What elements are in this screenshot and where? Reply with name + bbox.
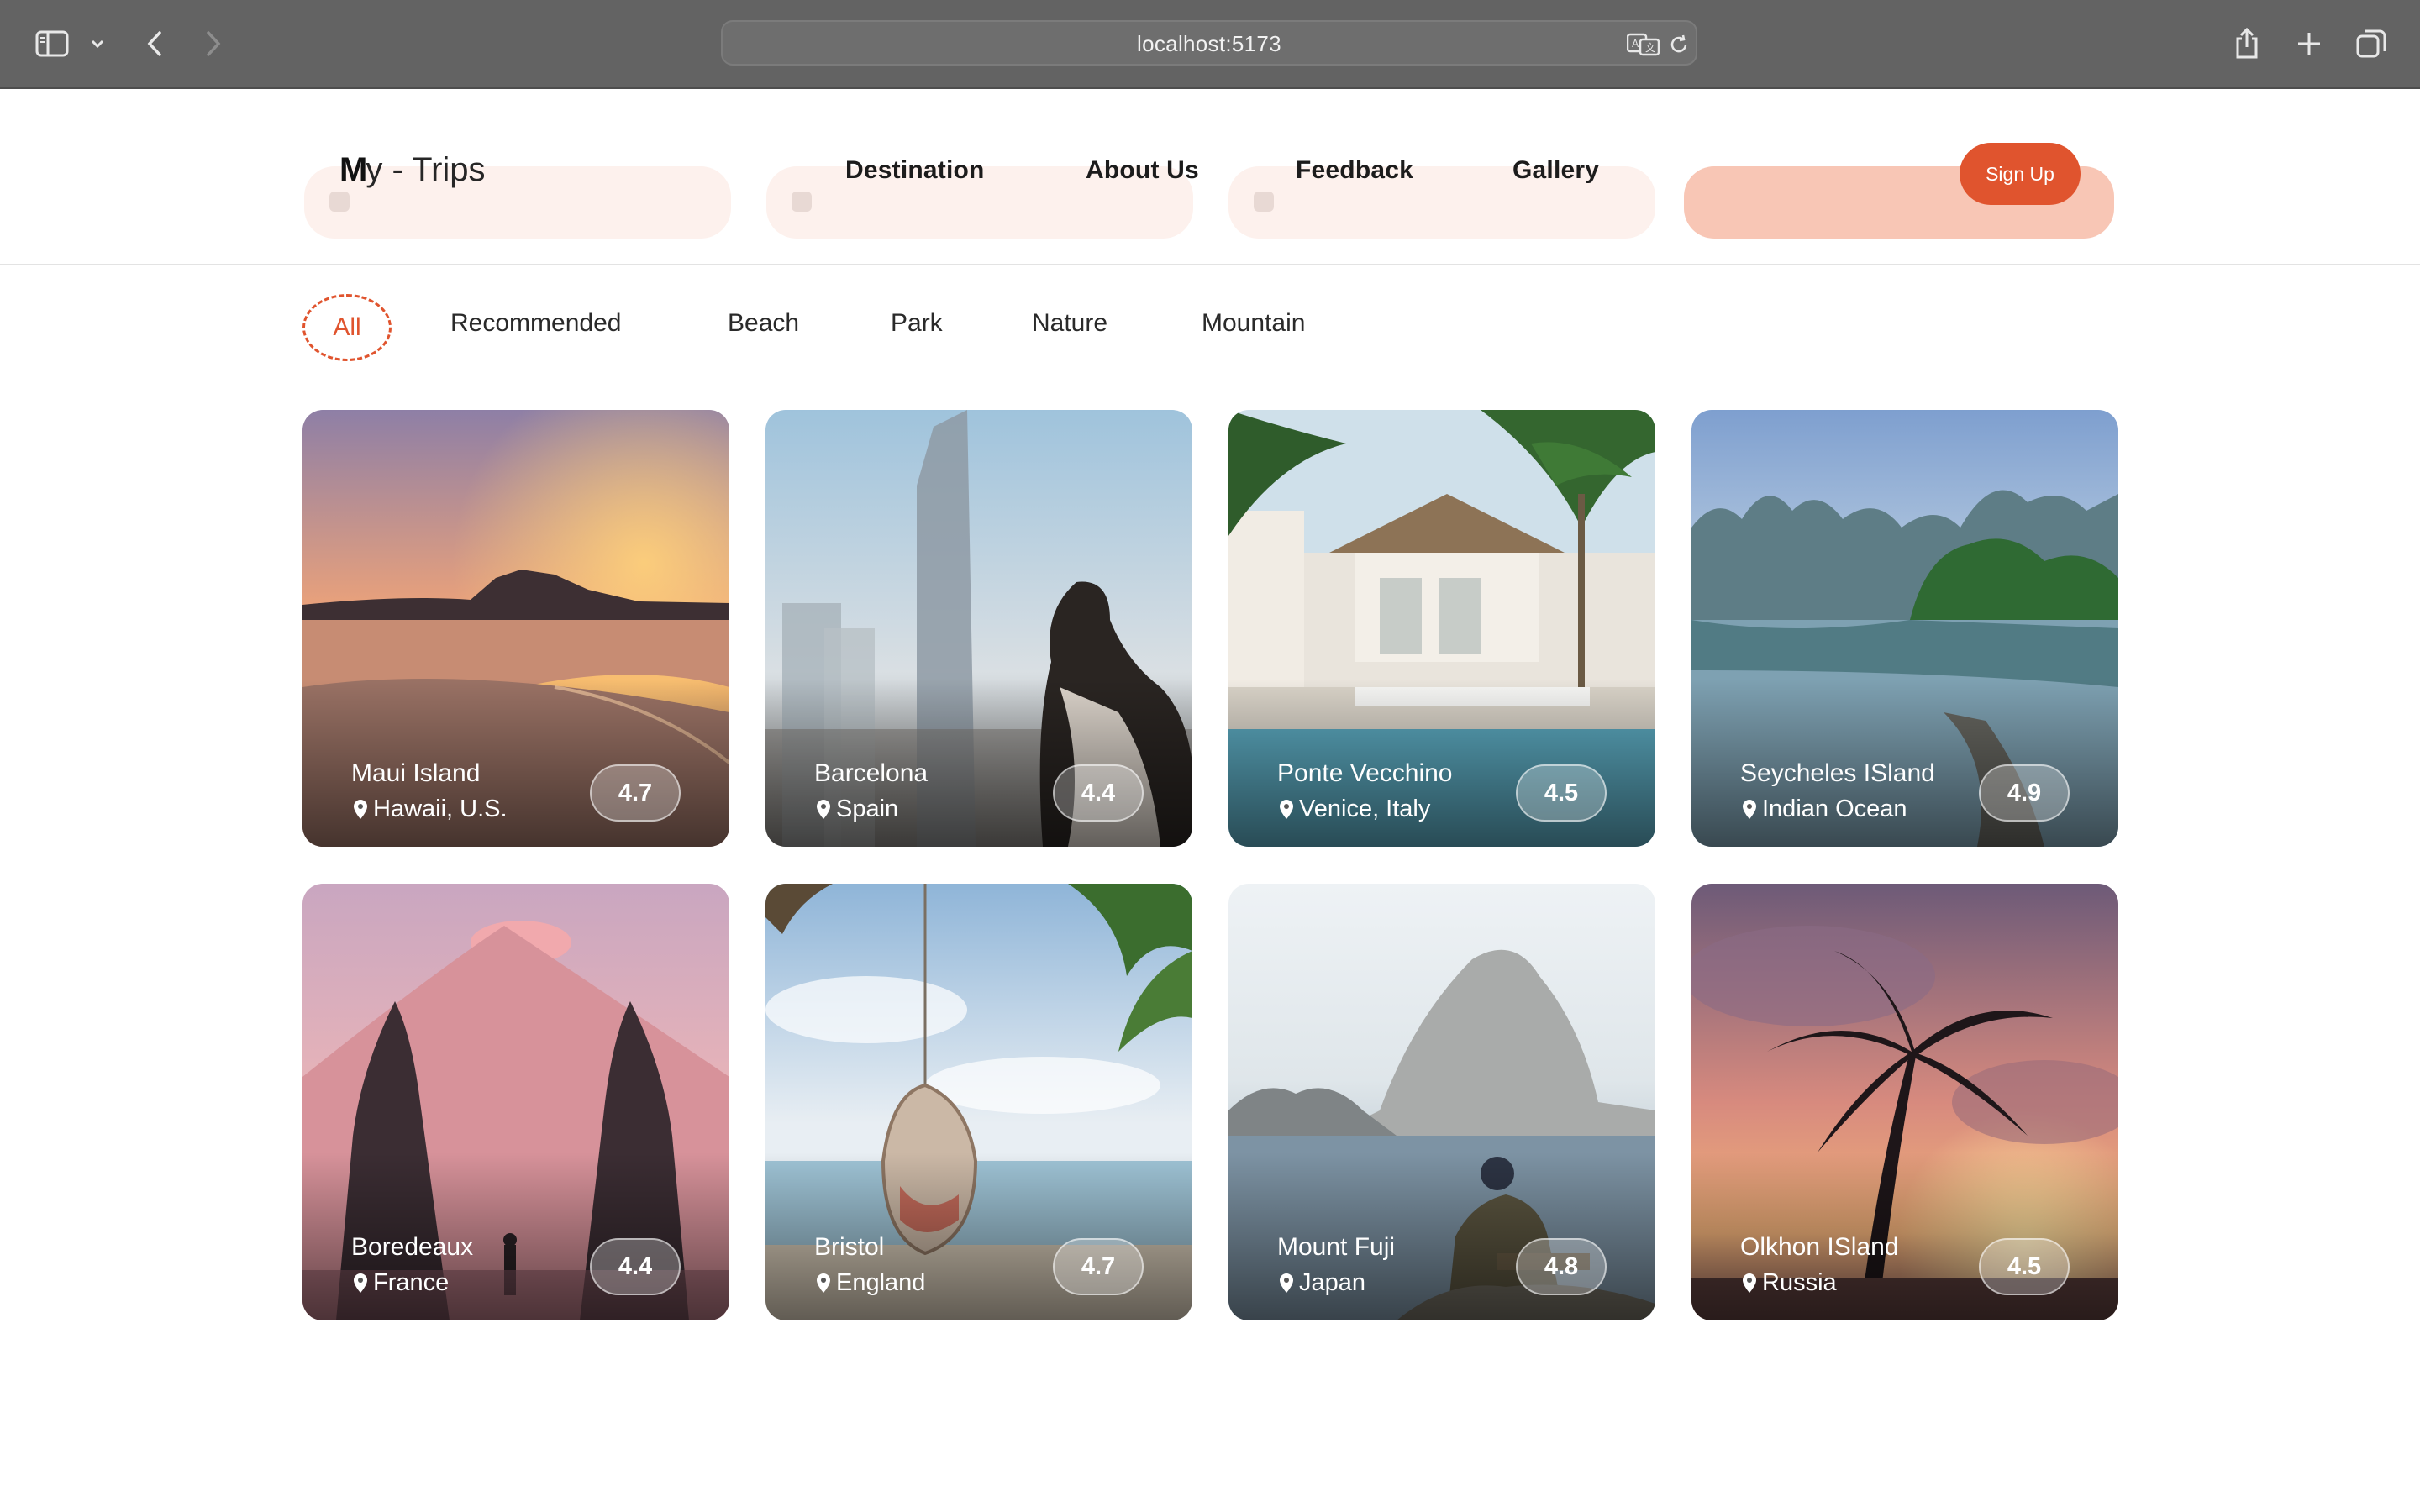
location-pin-icon — [817, 799, 830, 819]
card-location-text: Indian Ocean — [1762, 795, 1907, 822]
card-location: Venice, Italy — [1277, 795, 1430, 823]
card-title: Boredeaux — [351, 1233, 474, 1261]
logo-mark: M — [339, 151, 367, 188]
filter-park[interactable]: Park — [891, 309, 943, 338]
destination-card[interactable]: Mount Fuji Japan 4.8 — [1228, 884, 1655, 1320]
filter-recommended[interactable]: Recommended — [450, 309, 621, 338]
rating-badge: 4.8 — [1516, 1238, 1607, 1295]
location-pin-icon — [1743, 1273, 1756, 1293]
card-location: Japan — [1277, 1269, 1365, 1297]
chevron-right-icon[interactable] — [188, 18, 239, 69]
filter-all[interactable]: All — [302, 294, 392, 361]
location-pin-icon — [1280, 799, 1293, 819]
card-title: Ponte Vecchino — [1277, 759, 1453, 787]
card-location: England — [814, 1269, 925, 1297]
site-header: M y - Trips Destination About Us Feedbac… — [0, 89, 2420, 265]
svg-text:A: A — [1632, 38, 1639, 50]
location-pin-icon — [817, 1273, 830, 1293]
location-pin-icon — [354, 799, 367, 819]
site-logo[interactable]: M y - Trips — [339, 151, 486, 189]
destination-card[interactable]: Olkhon ISland Russia 4.5 — [1691, 884, 2118, 1320]
filter-mountain[interactable]: Mountain — [1202, 309, 1305, 338]
card-location: Hawaii, U.S. — [351, 795, 508, 823]
card-location-text: Hawaii, U.S. — [373, 795, 508, 822]
filter-label: All — [333, 313, 361, 341]
card-location-text: England — [836, 1269, 926, 1296]
card-location-text: Spain — [836, 795, 899, 822]
sign-up-button[interactable]: Sign Up — [1960, 143, 2081, 205]
filter-beach[interactable]: Beach — [728, 309, 799, 338]
destination-card[interactable]: Ponte Vecchino Venice, Italy 4.5 — [1228, 410, 1655, 847]
rating-badge: 4.4 — [590, 1238, 681, 1295]
location-pin-icon — [354, 1273, 367, 1293]
destination-card[interactable]: Barcelona Spain 4.4 — [765, 410, 1192, 847]
card-location: France — [351, 1269, 449, 1297]
destination-card[interactable]: Maui Island Hawaii, U.S. 4.7 — [302, 410, 729, 847]
rating-badge: 4.5 — [1979, 1238, 2070, 1295]
url-text: localhost:5173 — [1137, 31, 1281, 56]
logo-text: y - Trips — [366, 151, 486, 188]
browser-toolbar: localhost:5173 A文 — [0, 0, 2420, 89]
plus-icon[interactable] — [2284, 18, 2334, 69]
card-location: Indian Ocean — [1740, 795, 1907, 823]
destination-card[interactable]: Bristol England 4.7 — [765, 884, 1192, 1320]
card-title: Seycheles ISland — [1740, 759, 1935, 787]
card-title: Bristol — [814, 1233, 885, 1261]
rating-badge: 4.4 — [1053, 764, 1144, 822]
tabs-overview-icon[interactable] — [2346, 18, 2396, 69]
reload-icon[interactable] — [1667, 33, 1691, 56]
card-title: Maui Island — [351, 759, 481, 787]
sidebar-icon[interactable] — [27, 18, 77, 69]
nav-link-feedback[interactable]: Feedback — [1296, 156, 1413, 185]
destination-card[interactable]: Seycheles ISland Indian Ocean 4.9 — [1691, 410, 2118, 847]
translate-icon[interactable]: A文 — [1627, 33, 1660, 56]
destination-card[interactable]: Boredeaux France 4.4 — [302, 884, 729, 1320]
chevron-left-icon[interactable] — [129, 18, 180, 69]
location-pin-icon — [1280, 1273, 1293, 1293]
chevron-down-icon[interactable] — [74, 18, 121, 69]
nav-link-about-us[interactable]: About Us — [1086, 156, 1199, 185]
rating-badge: 4.9 — [1979, 764, 2070, 822]
rating-badge: 4.7 — [590, 764, 681, 822]
card-location: Russia — [1740, 1269, 1837, 1297]
filter-nature[interactable]: Nature — [1032, 309, 1107, 338]
location-pin-icon — [1743, 799, 1756, 819]
rating-badge: 4.7 — [1053, 1238, 1144, 1295]
card-location-text: France — [373, 1269, 450, 1296]
card-location: Spain — [814, 795, 898, 823]
card-location-text: Japan — [1299, 1269, 1366, 1296]
card-title: Olkhon ISland — [1740, 1233, 1899, 1261]
card-title: Mount Fuji — [1277, 1233, 1396, 1261]
svg-text:文: 文 — [1645, 41, 1655, 54]
nav-link-destination[interactable]: Destination — [845, 156, 985, 185]
card-location-text: Venice, Italy — [1299, 795, 1431, 822]
rating-badge: 4.5 — [1516, 764, 1607, 822]
address-bar[interactable]: localhost:5173 A文 — [721, 20, 1697, 66]
share-icon[interactable] — [2222, 18, 2272, 69]
card-location-text: Russia — [1762, 1269, 1837, 1296]
nav-link-gallery[interactable]: Gallery — [1512, 156, 1599, 185]
card-title: Barcelona — [814, 759, 929, 787]
